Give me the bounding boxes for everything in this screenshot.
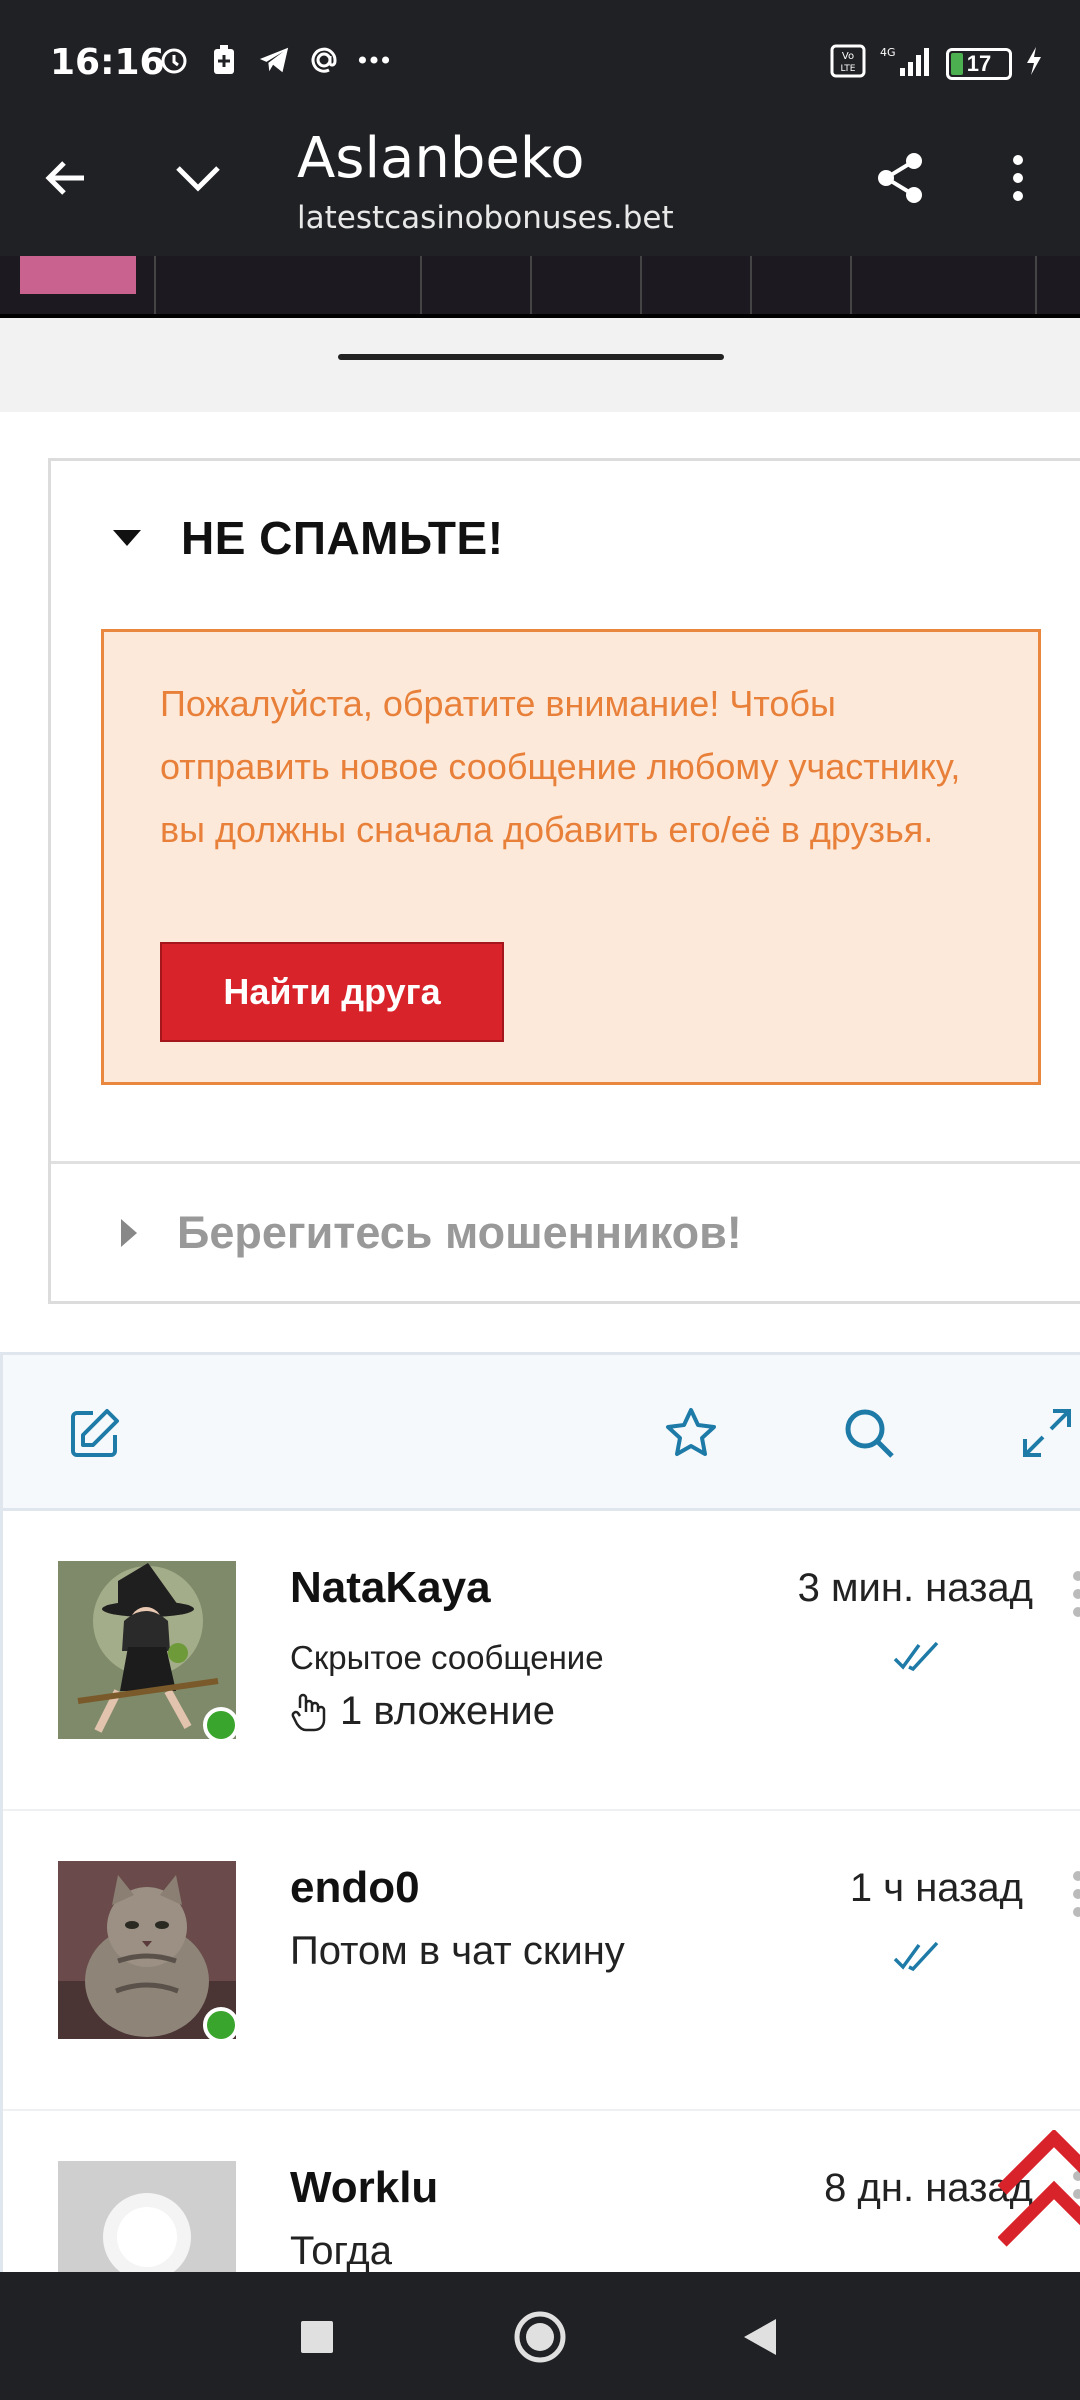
edit-icon (71, 1409, 119, 1457)
search-icon (845, 1409, 894, 1458)
browser-toolbar: Aslanbeko latestcasinobonuses.bet (0, 120, 1080, 256)
caret-down-icon (113, 530, 141, 546)
at-icon (308, 44, 340, 76)
conversations-toolbar (3, 1355, 1080, 1511)
nav-divider (850, 256, 852, 314)
accordion-header-scam-warning[interactable]: Берегитесь мошенников! (121, 1207, 742, 1259)
nav-divider (530, 256, 532, 314)
more-dots-icon (358, 44, 390, 76)
attachment-icon (291, 1693, 326, 1731)
recents-button[interactable] (282, 2302, 352, 2372)
message-preview: Скрытое сообщение (290, 1639, 604, 1676)
nav-divider (750, 256, 752, 314)
status-bar: 16:16 Vo LTE 4G 17 (0, 0, 1080, 120)
star-icon (666, 1408, 716, 1456)
nav-divider (154, 256, 156, 314)
svg-text:LTE: LTE (841, 64, 856, 74)
signal-icon: 4G (878, 44, 934, 83)
contact-name: NataKaya (290, 1563, 491, 1612)
system-nav-bar (0, 2272, 1080, 2400)
double-check-icon (893, 1641, 939, 1672)
conversation-row[interactable]: NataKaya Скрытое сообщение 1 вложение 3 … (3, 1511, 1080, 1811)
telegram-icon (258, 44, 290, 76)
attachment-count: 1 вложение (340, 1689, 555, 1733)
notice-accordion: НЕ СПАМЬТЕ! Пожалуйста, обратите внимани… (48, 458, 1080, 1304)
attachment-info: 1 вложение (290, 1689, 555, 1734)
triangle-back-icon (744, 2319, 776, 2355)
svg-text:4G: 4G (880, 46, 896, 59)
site-nav-strip (0, 256, 1080, 318)
home-circle-icon (514, 2311, 566, 2363)
page-url: latestcasinobonuses.bet (297, 200, 674, 236)
find-friend-button[interactable]: Найти друга (160, 942, 504, 1042)
scroll-to-top-button[interactable] (997, 2128, 1080, 2250)
minimize-button[interactable] (158, 138, 238, 218)
status-left-icons (158, 44, 390, 76)
battery-saver-icon (208, 44, 240, 76)
battery-icon: 17 (946, 47, 1012, 80)
share-icon (878, 153, 922, 203)
double-check-icon (893, 1941, 939, 1972)
expand-button[interactable] (1017, 1403, 1077, 1463)
online-indicator (203, 1707, 239, 1743)
charging-icon (1024, 45, 1044, 82)
share-button[interactable] (860, 138, 940, 218)
contact-name: Worklu (290, 2163, 439, 2212)
battery-level: 17 (966, 50, 992, 76)
alarm-icon (158, 44, 190, 76)
nav-divider (420, 256, 422, 314)
message-time: 1 ч назад (849, 1866, 1023, 1910)
nav-back-button[interactable] (725, 2302, 795, 2372)
conversations-panel: NataKaya Скрытое сообщение 1 вложение 3 … (0, 1352, 1080, 2339)
chevron-down-icon (176, 166, 220, 192)
double-chevron-up-icon (997, 2128, 1080, 2247)
online-indicator (203, 2007, 239, 2043)
menu-button[interactable] (978, 138, 1058, 218)
accordion-header-no-spam[interactable]: НЕ СПАМЬТЕ! (113, 511, 504, 565)
search-button[interactable] (839, 1403, 899, 1463)
accordion-title: Берегитесь мошенников! (177, 1207, 742, 1258)
caret-right-icon (121, 1219, 137, 1247)
home-button[interactable] (505, 2302, 575, 2372)
message-time: 3 мин. назад (797, 1566, 1033, 1610)
compose-button[interactable] (65, 1403, 125, 1463)
contact-name: endo0 (290, 1863, 420, 1912)
notice-box: Пожалуйста, обратите внимание! Чтобы отп… (101, 629, 1041, 1085)
message-preview: Тогда (290, 2229, 392, 2273)
status-time: 16:16 (50, 42, 165, 83)
square-icon (301, 2321, 333, 2353)
nav-divider (640, 256, 642, 314)
row-menu-icon[interactable] (1073, 1571, 1080, 1617)
more-vert-icon (1013, 155, 1023, 201)
row-menu-icon[interactable] (1073, 1871, 1080, 1917)
arrow-left-icon (45, 161, 84, 195)
volte-icon: Vo LTE (830, 44, 866, 83)
sheet-handle[interactable] (338, 354, 724, 360)
message-preview: Потом в чат скину (290, 1929, 625, 1973)
back-button[interactable] (26, 138, 106, 218)
status-right-icons: Vo LTE 4G 17 (830, 44, 1044, 83)
favorites-button[interactable] (661, 1403, 721, 1463)
accordion-title: НЕ СПАМЬТЕ! (181, 512, 504, 564)
nav-logo-fragment (20, 256, 136, 294)
notice-text: Пожалуйста, обратите внимание! Чтобы отп… (160, 683, 961, 850)
page-title: Aslanbeko (297, 126, 585, 191)
nav-divider (1035, 256, 1037, 314)
accordion-divider (51, 1161, 1080, 1164)
svg-text:Vo: Vo (842, 51, 854, 62)
conversation-row[interactable]: endo0 Потом в чат скину 1 ч назад (3, 1811, 1080, 2111)
expand-icon (1023, 1409, 1071, 1457)
